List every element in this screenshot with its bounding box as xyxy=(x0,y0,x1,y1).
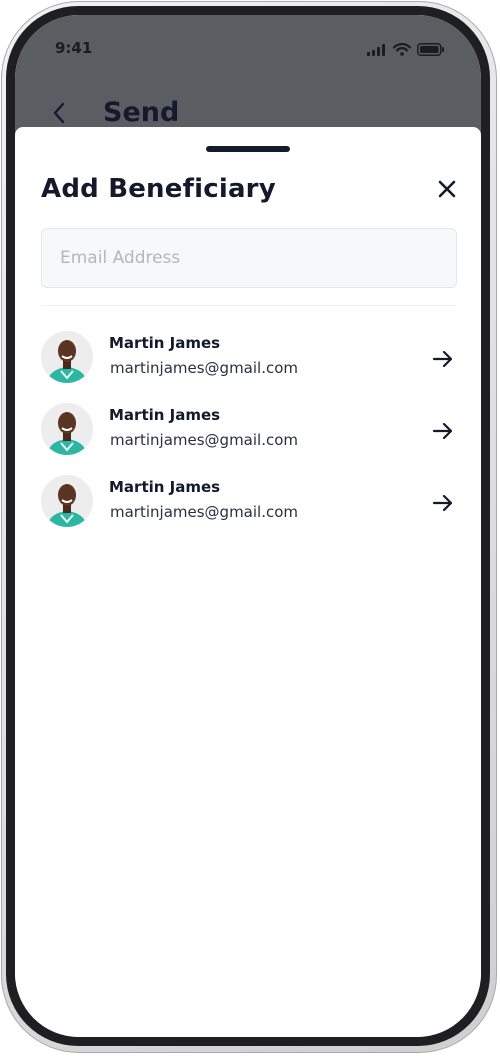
page-title: Send xyxy=(103,97,180,128)
close-button[interactable] xyxy=(435,179,459,203)
beneficiary-email: martinjames@gmail.com xyxy=(110,359,299,377)
divider xyxy=(41,305,457,306)
beneficiary-name: Martin James xyxy=(109,406,221,424)
status-time: 9:41 xyxy=(55,39,93,57)
arrow-right-icon[interactable] xyxy=(431,419,455,443)
arrow-right-icon[interactable] xyxy=(431,347,455,371)
beneficiary-row[interactable]: Martin James martinjames@gmail.com xyxy=(41,329,457,399)
add-beneficiary-sheet: Add Beneficiary Email Address Martin Jam… xyxy=(15,127,481,1037)
email-address-input[interactable] xyxy=(41,228,457,288)
arrow-right-icon[interactable] xyxy=(431,491,455,515)
beneficiary-row[interactable]: Martin James martinjames@gmail.com xyxy=(41,473,457,543)
beneficiary-list: Martin James martinjames@gmail.com Marti… xyxy=(41,329,457,545)
close-icon xyxy=(438,180,456,202)
beneficiary-name: Martin James xyxy=(109,478,221,496)
battery-icon xyxy=(417,41,445,60)
beneficiary-email: martinjames@gmail.com xyxy=(110,431,299,449)
phone-screen: 9:41 Send Add Beneficiary Email Address … xyxy=(15,15,481,1037)
avatar xyxy=(41,403,93,455)
avatar xyxy=(41,475,93,527)
header-row: Send xyxy=(45,97,179,128)
phone-frame: 9:41 Send Add Beneficiary Email Address … xyxy=(6,6,490,1046)
wifi-icon xyxy=(392,41,412,60)
signal-icon xyxy=(367,41,387,60)
status-icons xyxy=(367,41,445,60)
avatar xyxy=(41,331,93,383)
beneficiary-email: martinjames@gmail.com xyxy=(110,503,299,521)
sheet-drag-handle[interactable] xyxy=(206,146,290,152)
beneficiary-name: Martin James xyxy=(109,334,221,352)
beneficiary-row[interactable]: Martin James martinjames@gmail.com xyxy=(41,401,457,471)
sheet-title: Add Beneficiary xyxy=(41,174,276,204)
chevron-left-icon[interactable] xyxy=(45,99,73,127)
